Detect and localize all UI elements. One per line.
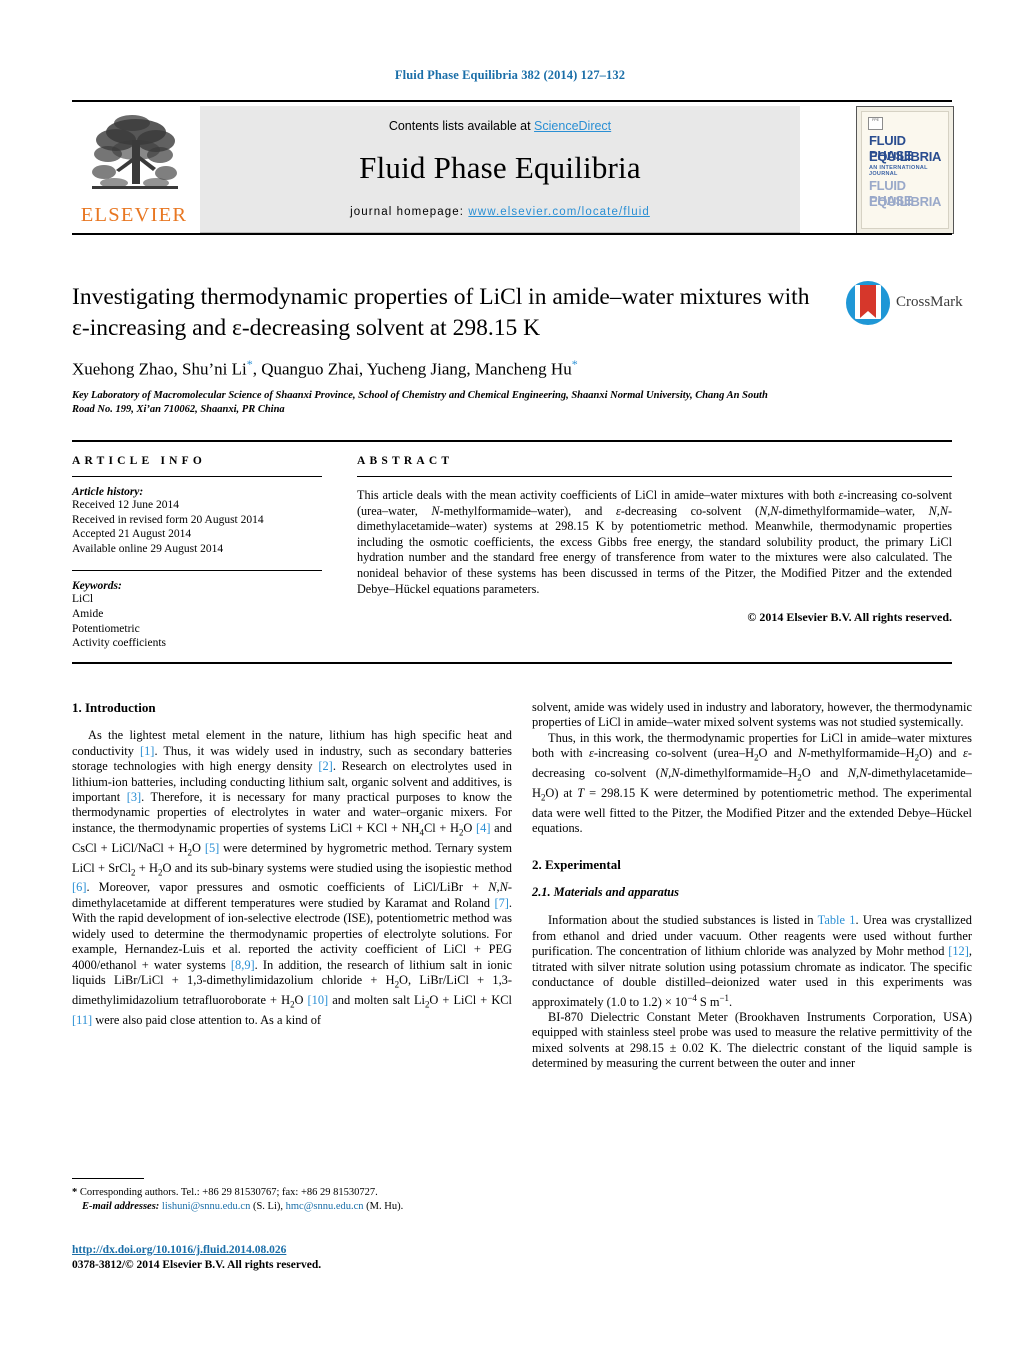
history-item: Received in revised form 20 August 2014: [72, 513, 264, 526]
issn-copyright-line: 0378-3812/© 2014 Elsevier B.V. All right…: [72, 1259, 322, 1271]
doi-link[interactable]: http://dx.doi.org/10.1016/j.fluid.2014.0…: [72, 1244, 286, 1256]
article-info-rule: [72, 476, 322, 477]
cover-line5: EQUILIBRIA: [869, 194, 942, 209]
homepage-label: journal homepage:: [350, 206, 465, 218]
subsection-heading-materials: 2.1. Materials and apparatus: [532, 885, 679, 900]
abstract-rule: [357, 476, 952, 477]
masthead-top-rule: [72, 100, 952, 102]
author-list: Xuehong Zhao, Shu’ni Li*, Quanguo Zhai, …: [72, 357, 578, 379]
intro-paragraph-1: As the lightest metal element in the nat…: [72, 728, 513, 1027]
intro-paragraph-1-continued: solvent, amide was widely used in indust…: [532, 700, 972, 730]
footnote-rule: [72, 1178, 144, 1179]
abstract-text: This article deals with the mean activit…: [357, 488, 953, 596]
keyword-item: Activity coefficients: [72, 637, 166, 650]
rule-below-abstract: [72, 662, 952, 664]
masthead-bottom-rule: [72, 233, 952, 235]
crossmark-label: CrossMark: [896, 294, 963, 310]
rule-above-article-info: [72, 440, 952, 442]
section-heading-experimental: 2. Experimental: [532, 856, 621, 872]
keyword-item: Amide: [72, 607, 104, 620]
elsevier-logo: ELSEVIER: [75, 106, 193, 232]
experimental-paragraph-1: Information about the studied substances…: [532, 913, 973, 1009]
keywords-title: Keywords:: [72, 580, 122, 593]
abstract-copyright: © 2014 Elsevier B.V. All rights reserved…: [747, 610, 952, 625]
journal-homepage-line: journal homepage: www.elsevier.com/locat…: [200, 206, 800, 218]
sciencedirect-link[interactable]: ScienceDirect: [534, 119, 611, 133]
abstract-column: ABSTRACT This article deals with the mea…: [357, 455, 952, 625]
cover-line3: AN INTERNATIONAL JOURNAL: [869, 165, 928, 177]
article-info-heading: ARTICLE INFO: [72, 455, 207, 467]
history-item: Received 12 June 2014: [72, 499, 179, 511]
doi-block: http://dx.doi.org/10.1016/j.fluid.2014.0…: [72, 1243, 572, 1273]
article-info-column: ARTICLE INFO Article history: Received 1…: [72, 455, 322, 651]
abstract-heading: ABSTRACT: [357, 455, 454, 467]
keyword-item: Potentiometric: [72, 622, 140, 635]
crossmark-circle-icon: [846, 281, 890, 325]
body-column-left: 1. Introduction As the lightest metal el…: [72, 700, 512, 1028]
elsevier-tree-icon: [92, 115, 178, 189]
keywords-rule: [72, 570, 322, 572]
journal-cover-thumbnail: FPE FLUID PHASE EQUILIBRIA AN INTERNATIO…: [856, 106, 954, 234]
title-block: Investigating thermodynamic properties o…: [72, 281, 963, 417]
body-column-right: solvent, amide was widely used in indust…: [532, 700, 972, 1072]
section-heading-introduction: 1. Introduction: [72, 700, 156, 715]
article-page: Fluid Phase Equilibria 382 (2014) 127–13…: [0, 0, 1020, 1351]
contents-prefix: Contents lists available at: [388, 119, 535, 133]
intro-paragraph-2: Thus, in this work, the thermodynamic pr…: [532, 730, 972, 836]
cover-mini-logo: FPE: [868, 117, 883, 130]
cover-line2: EQUILIBRIA: [869, 149, 942, 164]
journal-masthead: ELSEVIER Contents lists available at Sci…: [72, 100, 954, 235]
running-head: Fluid Phase Equilibria 382 (2014) 127–13…: [394, 68, 626, 82]
history-item: Accepted 21 August 2014: [72, 528, 192, 541]
affiliation: Key Laboratory of Macromolecular Science…: [72, 389, 768, 415]
keyword-item: LiCl: [72, 593, 94, 606]
elsevier-wordmark: ELSEVIER: [80, 204, 188, 226]
crossmark-ribbon-shape: [860, 285, 876, 318]
journal-band: Contents lists available at ScienceDirec…: [200, 106, 800, 233]
crossmark-badge[interactable]: CrossMark: [846, 281, 963, 327]
homepage-url-link[interactable]: www.elsevier.com/locate/fluid: [468, 206, 649, 218]
corresponding-author-footnote: * Corresponding authors. Tel.: +86 29 81…: [72, 1186, 512, 1214]
history-item: Available online 29 August 2014: [72, 542, 224, 555]
cover-inner: FPE FLUID PHASE EQUILIBRIA AN INTERNATIO…: [861, 111, 949, 229]
journal-title: Fluid Phase Equilibria: [359, 150, 641, 185]
contents-available-line: Contents lists available at ScienceDirec…: [200, 106, 800, 133]
article-history-title: Article history:: [72, 486, 144, 498]
page-title: Investigating thermodynamic properties o…: [72, 284, 810, 341]
experimental-paragraph-2: BI-870 Dielectric Constant Meter (Brookh…: [532, 1010, 972, 1071]
corresponding-author-line: * Corresponding authors. Tel.: +86 29 81…: [72, 1187, 378, 1198]
email-addresses-line: E-mail addresses: lishuni@snnu.edu.cn (S…: [82, 1201, 404, 1212]
